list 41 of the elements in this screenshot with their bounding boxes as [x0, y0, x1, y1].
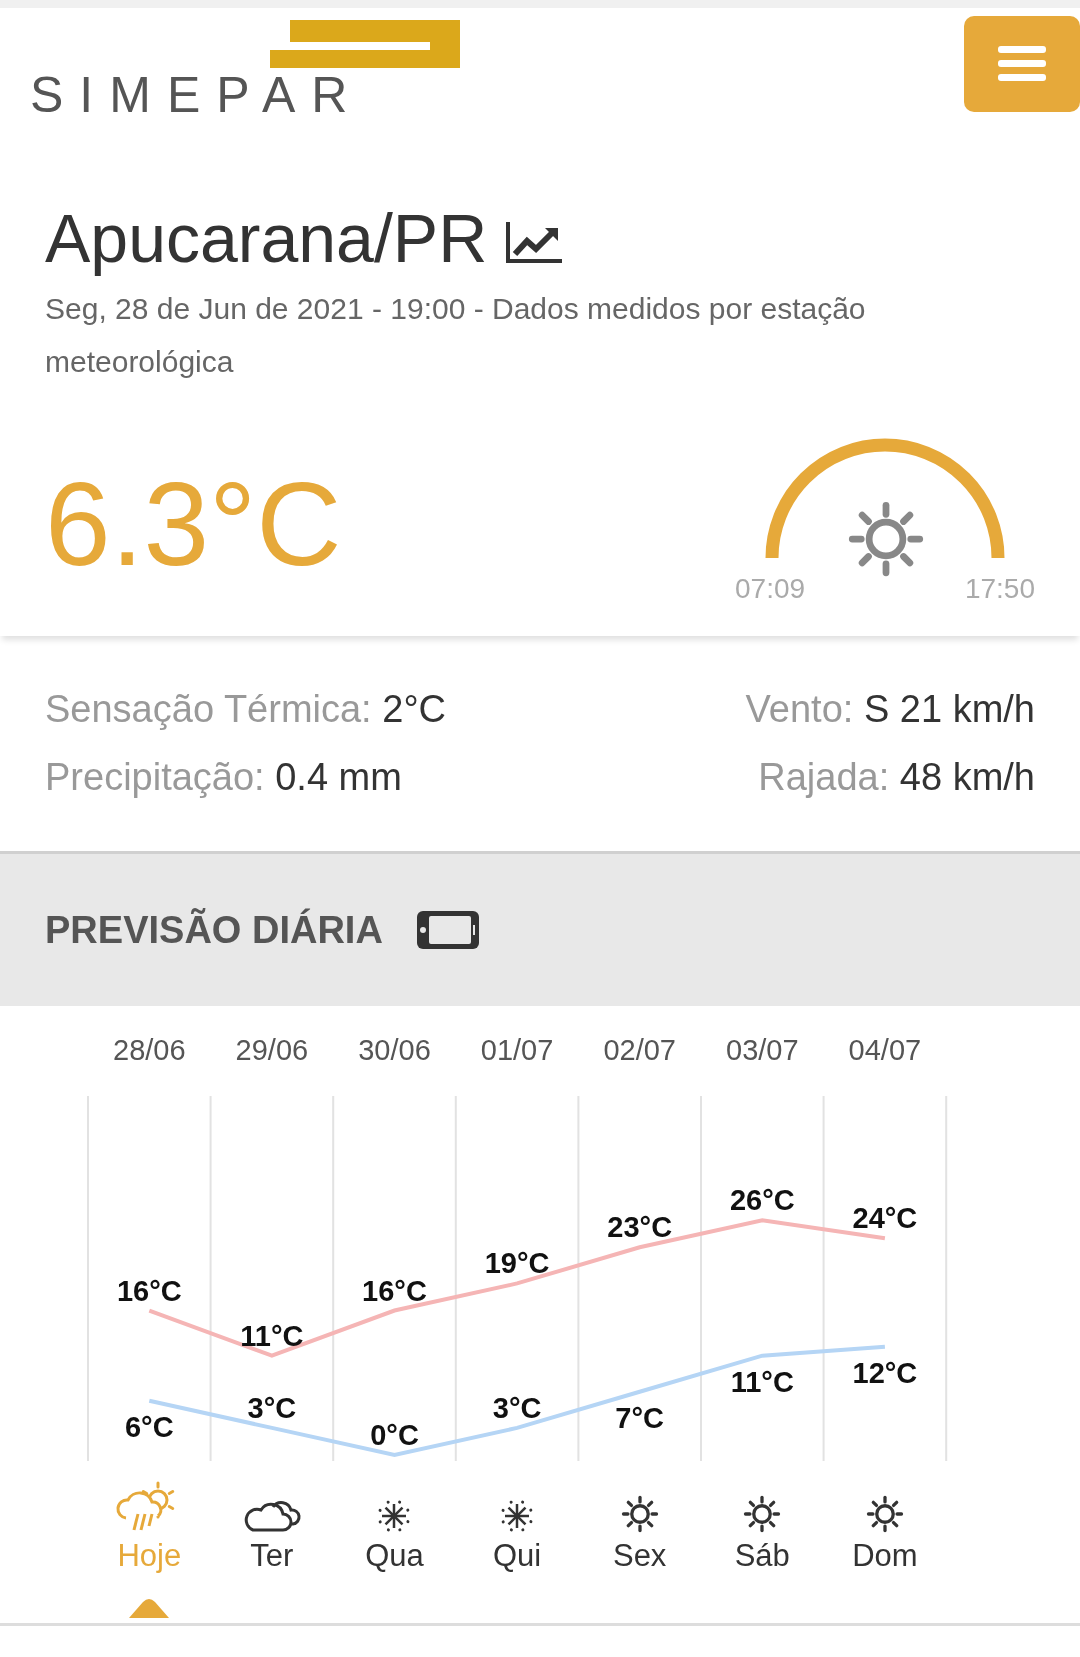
- temperature-label: 19°C: [484, 1247, 550, 1280]
- temperature-label: 7°C: [615, 1401, 665, 1434]
- day-tab[interactable]: Ter: [250, 1536, 294, 1576]
- station-info: Seg, 28 de Jun de 2021 - 19:00 - Dados medidos por estação meteorológica: [45, 291, 867, 380]
- temperature-label: 16°C: [116, 1274, 182, 1307]
- day-tab[interactable]: Dom: [852, 1536, 918, 1576]
- day-tab[interactable]: Qui: [492, 1536, 542, 1576]
- phone-icon: [416, 911, 479, 949]
- date-label: 04/07: [848, 1034, 922, 1066]
- day-tab[interactable]: Sex: [612, 1536, 667, 1576]
- sunset-time: 17:50: [964, 572, 1035, 606]
- temperature-label: 26°C: [729, 1184, 795, 1217]
- detail-text: Vento: S 21 km/h: [745, 687, 1035, 732]
- selected-indicator-icon: [129, 1598, 170, 1618]
- day-tab[interactable]: Qua: [365, 1536, 424, 1576]
- date-label: 28/06: [113, 1034, 186, 1066]
- temperature-label: 16°C: [362, 1274, 427, 1307]
- date-label: 29/06: [235, 1034, 309, 1066]
- date-label: 03/07: [726, 1034, 799, 1066]
- temperature-label: 0°C: [370, 1419, 419, 1451]
- date-label: 01/07: [480, 1034, 554, 1066]
- detail-text: Rajada: 48 km/h: [758, 755, 1035, 800]
- sunrise-time: 07:09: [735, 572, 806, 606]
- menu-icon: [998, 44, 1046, 84]
- current-temperature: 6.3°C: [45, 462, 342, 586]
- temperature-label: 23°C: [607, 1211, 673, 1244]
- day-tab[interactable]: Sáb: [734, 1536, 790, 1576]
- date-label: 02/07: [603, 1034, 676, 1066]
- forecast-title: PREVISÃO DIÁRIA: [45, 907, 383, 953]
- temperature-label: 3°C: [247, 1391, 297, 1424]
- detail-text: Precipitação: 0.4 mm: [45, 755, 402, 800]
- temperature-label: 24°C: [852, 1202, 918, 1235]
- detail-text: Sensação Térmica: 2°C: [45, 687, 447, 732]
- temperature-label: 6°C: [124, 1410, 174, 1443]
- temperature-label: 12°C: [852, 1356, 918, 1389]
- temperature-label: 11°C: [240, 1319, 304, 1352]
- chart-icon[interactable]: [505, 220, 564, 264]
- city-title: Apucarana/PR: [45, 199, 488, 278]
- date-label: 30/06: [358, 1034, 431, 1066]
- temperature-label: 3°C: [492, 1391, 542, 1424]
- temperature-label: 11°C: [730, 1365, 794, 1398]
